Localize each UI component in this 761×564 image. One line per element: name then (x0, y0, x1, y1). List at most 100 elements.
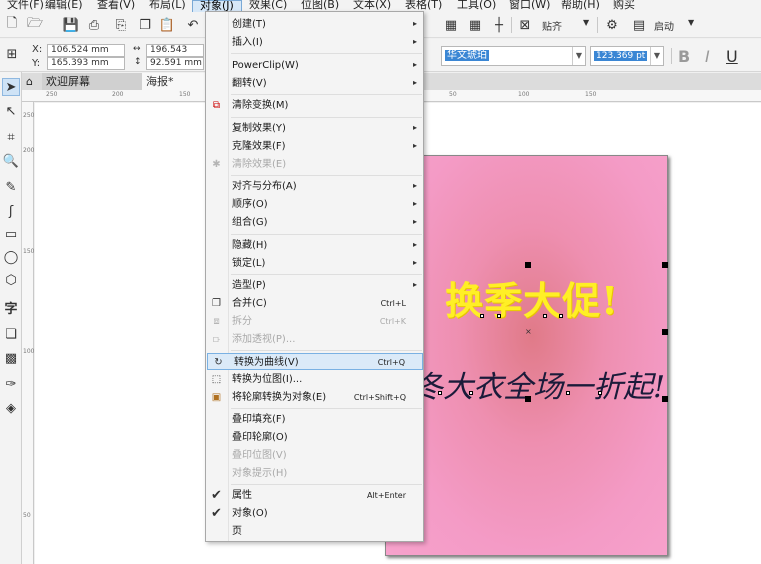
selection-handle[interactable] (525, 396, 531, 402)
menu-item-hide[interactable]: 隐藏(H) ▸ (206, 237, 423, 254)
launch-icon[interactable]: ▤ (630, 16, 648, 34)
poster-headline[interactable]: 换季大促! (432, 270, 632, 325)
show-guides-icon[interactable]: ┼ (490, 16, 508, 34)
submenu-arrow-icon: ▸ (412, 280, 417, 289)
poster-page[interactable] (385, 155, 668, 556)
y-position-field[interactable]: 165.393 mm (47, 57, 125, 70)
menu-item-shaping[interactable]: 造型(P) ▸ (206, 277, 423, 294)
new-document-icon[interactable]: 🗋 (3, 16, 21, 34)
menu-file[interactable]: 文件(F) (0, 0, 44, 12)
menu-item-page[interactable]: 页 (206, 523, 423, 540)
menu-item-object-hints[interactable]: 对象提示(H) (206, 465, 423, 482)
menu-item-overprint-bitmap[interactable]: 叠印位图(V) (206, 447, 423, 464)
menu-item-flip[interactable]: 翻转(V) ▸ (206, 75, 423, 92)
menu-item-outline-to-object[interactable]: ▣ 将轮廓转换为对象(E) Ctrl+Shift+Q (206, 389, 423, 406)
menu-item-powerclip[interactable]: PowerClip(W) ▸ (206, 57, 423, 74)
rectangle-tool-icon[interactable]: ▭ (2, 225, 20, 243)
menu-item-copy-effect[interactable]: 复制效果(Y) ▸ (206, 120, 423, 137)
cut-icon[interactable]: ⎘ (112, 16, 130, 34)
selection-handle[interactable] (525, 262, 531, 268)
vertical-ruler[interactable]: 250 200 150 100 50 (22, 102, 34, 564)
chevron-down-icon[interactable]: ▼ (572, 47, 585, 65)
open-folder-icon[interactable]: 🗁 (26, 16, 44, 34)
text-node[interactable] (469, 391, 473, 395)
menu-item-align-distribute[interactable]: 对齐与分布(A) ▸ (206, 178, 423, 195)
shape-tool-icon[interactable]: ↖ (2, 102, 20, 120)
menu-edit[interactable]: 编辑(E) (38, 0, 90, 12)
menu-item-lock[interactable]: 锁定(L) ▸ (206, 255, 423, 272)
selection-handle[interactable] (662, 396, 668, 402)
menu-layout[interactable]: 布局(L) (142, 0, 192, 12)
font-family-select[interactable]: 华文琥珀 ▼ (441, 46, 586, 66)
snap-icon[interactable]: ⊠ (516, 16, 534, 34)
ellipse-tool-icon[interactable]: ◯ (2, 248, 20, 266)
menu-item-create[interactable]: 创建(T) ▸ (206, 16, 423, 33)
menu-window[interactable]: 窗口(W) (502, 0, 554, 12)
text-node[interactable] (543, 314, 547, 318)
crop-tool-icon[interactable]: ⌗ (2, 128, 20, 146)
text-node[interactable] (438, 391, 442, 395)
menu-item-clone-effect[interactable]: 克隆效果(F) ▸ (206, 138, 423, 155)
zoom-tool-icon[interactable]: 🔍 (2, 152, 20, 170)
save-icon[interactable]: 💾 (62, 16, 80, 34)
chevron-down-icon[interactable]: ▼ (583, 18, 589, 27)
x-position-field[interactable]: 106.524 mm (47, 44, 125, 57)
menu-item-clear-transform[interactable]: ⧉ 清除变换(M) (206, 97, 423, 114)
eyedropper-icon[interactable]: ✑ (2, 375, 20, 393)
menu-item-order[interactable]: 顺序(O) ▸ (206, 196, 423, 213)
menu-view[interactable]: 查看(V) (90, 0, 142, 12)
drop-shadow-icon[interactable]: ❏ (2, 325, 20, 343)
menu-buy[interactable]: 购买 (606, 0, 646, 12)
copy-icon[interactable]: ❐ (136, 16, 154, 34)
menu-item-add-perspective[interactable]: ⟥ 添加透视(P)... (206, 331, 423, 348)
menu-item-insert[interactable]: 插入(I) ▸ (206, 34, 423, 51)
selection-handle[interactable] (662, 329, 668, 335)
fill-tool-icon[interactable]: ◈ (2, 399, 20, 417)
underline-button[interactable]: U (726, 47, 738, 66)
text-node[interactable] (480, 314, 484, 318)
menu-help[interactable]: 帮助(H) (554, 0, 606, 12)
transparency-icon[interactable]: ▩ (2, 349, 20, 367)
text-node[interactable] (559, 314, 563, 318)
menu-tools[interactable]: 工具(O) (450, 0, 502, 12)
freehand-tool-icon[interactable]: ✎ (2, 178, 20, 196)
menu-item-objects[interactable]: ✔ 对象(O) (206, 505, 423, 522)
snap-label[interactable]: 贴齐 (542, 18, 562, 33)
undo-icon[interactable]: ↶ (184, 16, 202, 34)
italic-button[interactable]: I (705, 47, 710, 66)
home-icon[interactable]: ⌂ (22, 73, 42, 90)
text-node[interactable] (566, 391, 570, 395)
menu-item-combine[interactable]: ❐ 合并(C) Ctrl+L (206, 295, 423, 312)
chevron-down-icon[interactable]: ▼ (650, 47, 663, 65)
menu-item-convert-to-curves[interactable]: ↻ 转换为曲线(V) Ctrl+Q (207, 353, 423, 370)
menu-item-group[interactable]: 组合(G) ▸ (206, 214, 423, 231)
text-node[interactable] (497, 314, 501, 318)
chevron-down-icon[interactable]: ▼ (688, 18, 694, 27)
tab-welcome[interactable]: 欢迎屏幕 (42, 73, 142, 90)
menu-item-clear-effect[interactable]: ✱ 清除效果(E) (206, 156, 423, 173)
show-rulers-icon[interactable]: ▦ (442, 16, 460, 34)
polygon-tool-icon[interactable]: ⬡ (2, 271, 20, 289)
text-node[interactable] (598, 391, 602, 395)
artistic-media-icon[interactable]: ʃ (2, 202, 20, 220)
show-grid-icon[interactable]: ▦ (466, 16, 484, 34)
bold-button[interactable]: B (678, 47, 690, 66)
menu-item-overprint-outline[interactable]: 叠印轮廓(O) (206, 429, 423, 446)
object-origin-icon[interactable]: ⊞ (3, 45, 21, 63)
selection-handle[interactable] (662, 262, 668, 268)
menu-item-properties[interactable]: ✔ 属性 Alt+Enter (206, 487, 423, 504)
submenu-arrow-icon: ▸ (412, 181, 417, 190)
text-tool-icon[interactable]: 字 (2, 298, 20, 317)
width-field[interactable]: 196.543 mm (146, 44, 204, 66)
menu-item-break-apart[interactable]: ⧈ 拆分 Ctrl+K (206, 313, 423, 330)
pick-tool-icon[interactable]: ➤ (2, 78, 20, 96)
launch-label[interactable]: 启动 (654, 18, 674, 33)
height-field[interactable]: 92.591 mm (146, 57, 204, 70)
print-icon[interactable]: ⎙ (85, 16, 103, 34)
menu-item-convert-to-bitmap[interactable]: ⬚ 转换为位图(I)... (206, 371, 423, 388)
poster-subline[interactable]: 冬大衣全场一折起! (413, 362, 673, 406)
font-size-select[interactable]: 123.369 pt ▼ (590, 46, 664, 66)
gear-icon[interactable]: ⚙ (603, 16, 621, 34)
paste-icon[interactable]: 📋 (158, 16, 176, 34)
menu-item-overprint-fill[interactable]: 叠印填充(F) (206, 411, 423, 428)
